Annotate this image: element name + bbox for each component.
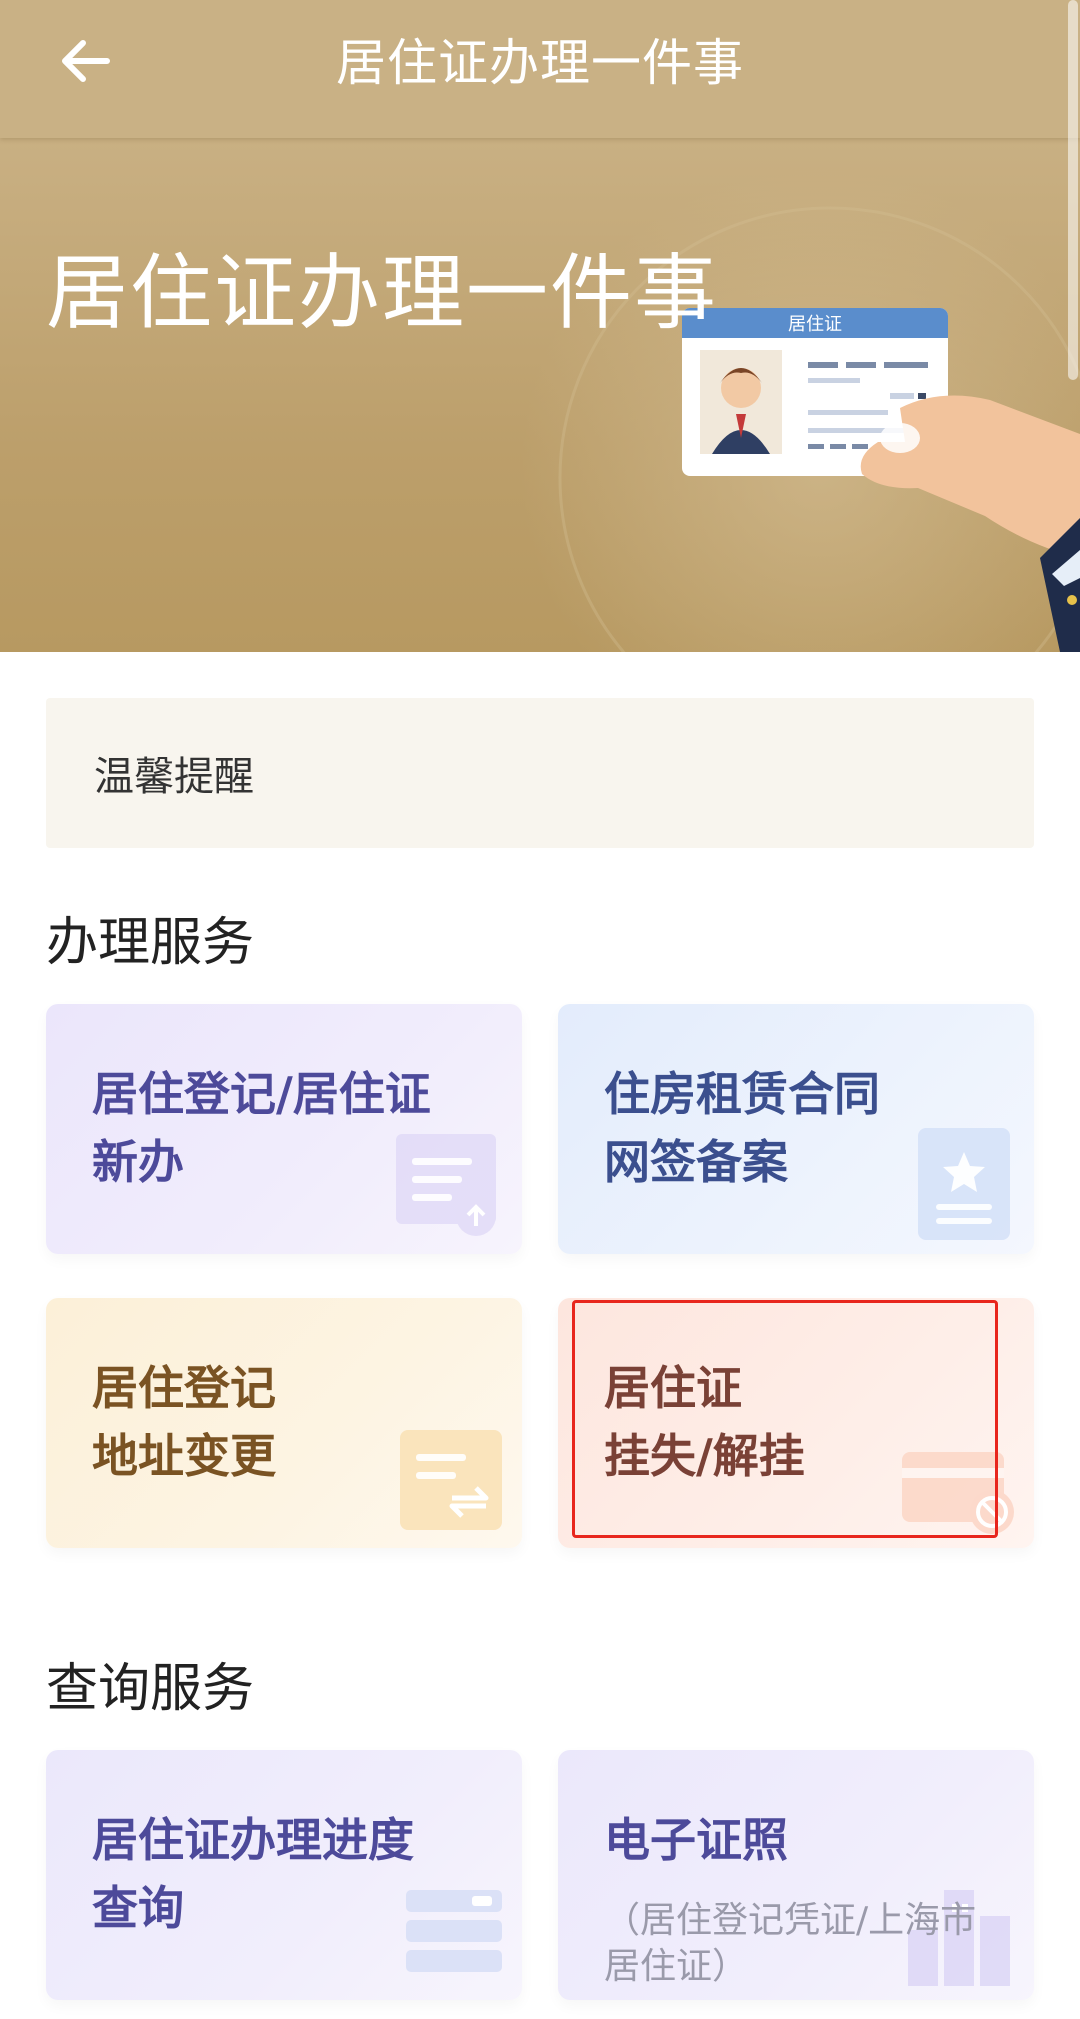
- scrollbar[interactable]: [1068, 0, 1078, 380]
- card-label-line2: 查询: [92, 1881, 184, 1935]
- card-label-line2: 挂失/解挂: [604, 1429, 805, 1483]
- card-label-line2: 新办: [92, 1135, 184, 1189]
- card-rental-contract[interactable]: 住房租赁合同 网签备案: [558, 1004, 1034, 1254]
- transfer-arrows-icon: [400, 1430, 502, 1530]
- page-title: 居住证办理一件事: [336, 34, 744, 92]
- hero-banner: 居住证 居住证办理一件事: [0, 138, 1080, 652]
- card-label-line1: 电子证照: [604, 1813, 788, 1867]
- id-card-hand-illustration: 居住证: [520, 168, 1080, 652]
- card-sublabel: （居住登记凭证/上海市居住证）: [604, 1900, 977, 1987]
- card-progress-query[interactable]: 居住证办理进度 查询: [46, 1750, 522, 2000]
- card-blocked-icon: [902, 1452, 1014, 1534]
- card-loss-report[interactable]: 居住证 挂失/解挂: [558, 1298, 1034, 1548]
- reminder-box[interactable]: 温馨提醒: [46, 698, 1034, 848]
- card-e-license[interactable]: 电子证照 （居住登记凭证/上海市居住证）: [558, 1750, 1034, 2000]
- card-label-line1: 居住登记/居住证: [92, 1067, 431, 1121]
- section-title-query: 查询服务: [46, 1659, 255, 1719]
- card-label-line1: 居住证办理进度: [92, 1813, 414, 1867]
- reminder-label: 温馨提醒: [94, 754, 254, 800]
- section-title-handle: 办理服务: [46, 913, 255, 973]
- card-label: 住房租赁合同 网签备案: [604, 1060, 880, 1196]
- app-bar: 居住证办理一件事: [0, 0, 1080, 138]
- card-label: 居住登记 地址变更: [92, 1354, 276, 1490]
- card-label: 居住证办理进度 查询: [92, 1806, 414, 1942]
- certificate-star-icon: [918, 1128, 1010, 1240]
- card-label: 电子证照: [604, 1806, 788, 1874]
- card-label-line1: 居住证: [604, 1361, 742, 1415]
- card-residence-new[interactable]: 居住登记/居住证 新办: [46, 1004, 522, 1254]
- card-label: 居住登记/居住证 新办: [92, 1060, 431, 1196]
- card-address-change[interactable]: 居住登记 地址变更: [46, 1298, 522, 1548]
- id-card-label: 居住证: [788, 314, 842, 335]
- card-label-line1: 住房租赁合同: [604, 1067, 880, 1121]
- card-label-line2: 地址变更: [92, 1429, 276, 1483]
- card-label-line2: 网签备案: [604, 1135, 788, 1189]
- banner-title: 居住证办理一件事: [46, 246, 719, 341]
- card-label-line1: 居住登记: [92, 1361, 276, 1415]
- card-label: 居住证 挂失/解挂: [604, 1354, 805, 1490]
